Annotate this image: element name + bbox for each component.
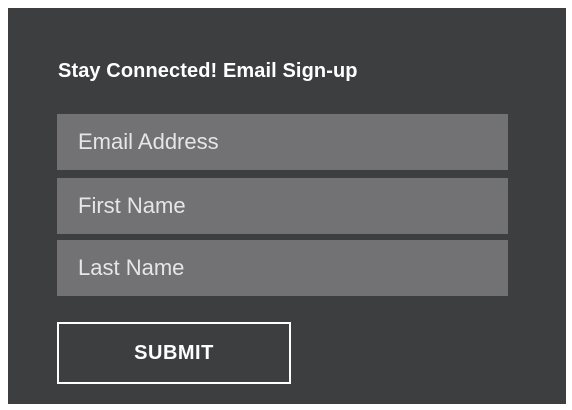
signup-panel: Stay Connected! Email Sign-up SUBMIT <box>8 8 566 404</box>
email-address-field[interactable] <box>57 114 508 170</box>
last-name-field[interactable] <box>57 240 508 296</box>
first-name-field[interactable] <box>57 178 508 234</box>
signup-title: Stay Connected! Email Sign-up <box>58 60 358 82</box>
submit-button[interactable]: SUBMIT <box>57 322 291 384</box>
